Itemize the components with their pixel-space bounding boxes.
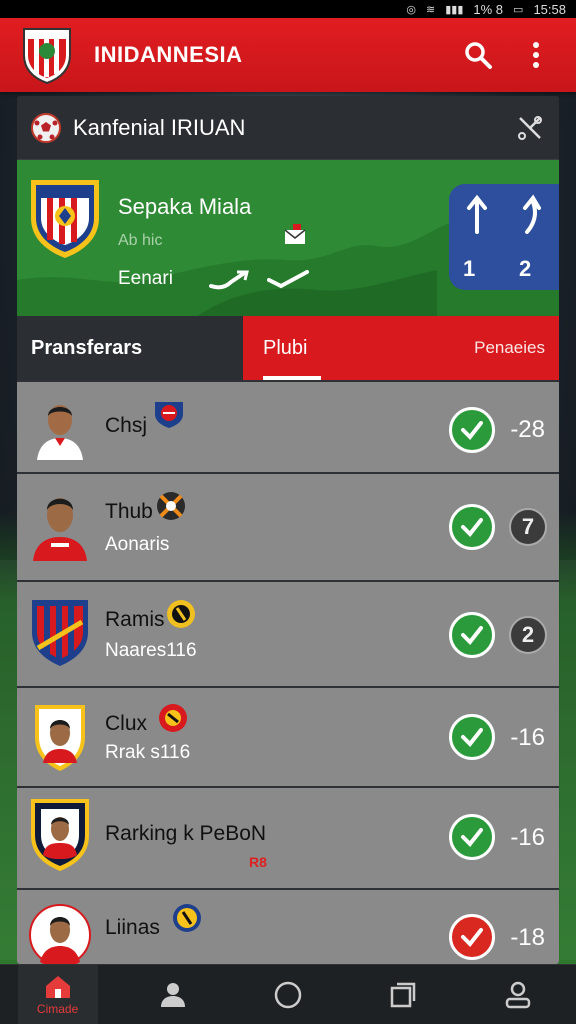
match-banner[interactable]: Sepaka Miala Ab hic Eenari 1 2 (17, 160, 559, 316)
player-avatar (27, 900, 93, 964)
check-icon[interactable] (449, 407, 495, 453)
row-subtitle: Naares116 (105, 640, 197, 661)
nav-players[interactable] (133, 965, 213, 1024)
row-value: -18 (510, 924, 545, 951)
panel-header: Kanfenial IRIUAN (17, 96, 559, 160)
share-icon (518, 115, 542, 140)
row-tag: R8 (249, 854, 267, 870)
banner-team-name: Sepaka Miala (118, 194, 252, 219)
row-name: Liinas (105, 916, 160, 939)
signal-icon: ▮▮▮ (445, 3, 464, 16)
check-icon[interactable] (449, 814, 495, 860)
app-title: INIDANNESIA (94, 42, 243, 67)
row-name: Ramis (105, 608, 165, 631)
bottom-navigation: Cimade (0, 964, 576, 1024)
search-icon (465, 42, 492, 69)
arrow-up-icon (467, 194, 487, 234)
score-away: 2 (519, 256, 532, 281)
player-avatar (27, 392, 93, 462)
circle-icon (274, 981, 302, 1008)
check-icon[interactable] (449, 714, 495, 760)
trend-arrow-icon (209, 270, 249, 290)
nav-matches[interactable] (248, 965, 328, 1024)
check-icon[interactable] (449, 612, 495, 658)
banner-label: Eenari (118, 268, 173, 289)
club-badge-icon (167, 600, 195, 628)
row-name: Thub (105, 500, 153, 523)
notification-icon: ◎ (406, 3, 417, 16)
list-item[interactable]: Ramis Naares116 2 (17, 580, 559, 686)
trend-arrow-icon (267, 270, 309, 289)
tab-club[interactable]: Plubi (263, 337, 307, 360)
player-avatar (27, 488, 93, 561)
nav-home[interactable]: Cimade (17, 964, 98, 1024)
profile-icon (506, 981, 531, 1008)
league-panel: Kanfenial IRIUAN Sepaka Miala Ab hic Een… (17, 96, 559, 964)
panel-title: Kanfenial IRIUAN (73, 114, 246, 140)
search-button[interactable] (456, 33, 500, 77)
list-item[interactable]: Thub Aonaris 7 (17, 472, 559, 580)
list-item[interactable]: Clux Rrak s116 -16 (17, 686, 559, 786)
battery-icon: ▭ (513, 3, 524, 16)
row-value: -16 (510, 824, 545, 851)
player-icon (160, 982, 185, 1007)
nav-recent[interactable] (363, 965, 443, 1024)
tab-transfers[interactable]: Pransferars (17, 316, 243, 380)
recent-apps-icon (390, 982, 416, 1007)
football-icon (31, 112, 61, 143)
list-item[interactable]: Rarking k PeBoN R8 -16 (17, 786, 559, 888)
row-subtitle: Rrak s116 (105, 742, 191, 763)
tab-bar: Pransferars Plubi Penaeies (17, 316, 559, 380)
row-name: Rarking k PeBoN (105, 822, 267, 845)
row-count-badge: 2 (509, 616, 547, 654)
check-icon[interactable] (449, 504, 495, 550)
row-value: -28 (510, 416, 545, 443)
app-bar: INIDANNESIA (0, 18, 576, 92)
score-box[interactable]: 1 2 (449, 184, 559, 290)
mail-flag-icon (284, 224, 306, 244)
list-item[interactable]: Liinas -18 (17, 888, 559, 964)
banner-subtitle: Ab hic (118, 232, 163, 249)
tab-group: Plubi Penaeies (243, 316, 559, 380)
status-bar: ◎ ≋ ▮▮▮ 1% 8 ▭ 15:58 (0, 0, 576, 18)
club-badge-icon (157, 492, 185, 520)
club-badge-icon (173, 904, 201, 932)
nav-home-label: Cimade (36, 1001, 79, 1016)
score-home: 1 (463, 256, 476, 281)
home-icon (45, 975, 70, 998)
list-item[interactable]: Chsj -28 (17, 380, 559, 472)
share-button[interactable] (515, 113, 545, 143)
app-logo[interactable] (18, 24, 76, 86)
row-name: Chsj (105, 414, 148, 437)
arrow-curve-icon (523, 194, 541, 234)
more-menu-button[interactable] (514, 33, 558, 77)
row-name: Clux (105, 712, 148, 735)
clock: 15:58 (533, 1, 566, 17)
player-avatar (27, 799, 93, 871)
battery-text: 1% 8 (473, 1, 504, 17)
row-count-badge: 7 (509, 508, 547, 546)
row-value: -16 (510, 724, 545, 751)
club-badge-icon (155, 402, 183, 428)
player-avatar (27, 702, 93, 772)
check-icon[interactable] (449, 914, 495, 960)
row-subtitle: Aonaris (105, 534, 170, 555)
more-vert-icon (533, 42, 539, 68)
nav-profile[interactable] (478, 965, 558, 1024)
club-crest (27, 598, 93, 668)
wifi-icon: ≋ (426, 3, 436, 16)
club-badge-icon (159, 704, 187, 732)
team-crest (27, 174, 103, 262)
tab-penalties[interactable]: Penaeies (474, 338, 545, 358)
